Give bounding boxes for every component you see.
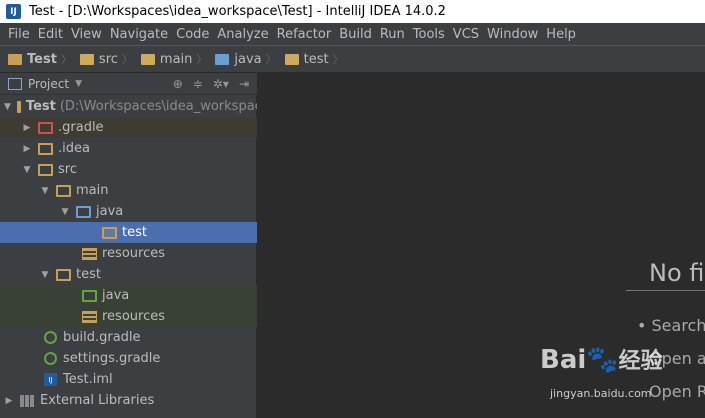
project-folder-icon <box>8 53 22 65</box>
gradle-file-icon <box>44 331 57 344</box>
menu-edit[interactable]: Edit <box>34 27 67 42</box>
breadcrumb-test-package[interactable]: test 〉 <box>284 51 348 67</box>
chevron-down-icon[interactable]: ▼ <box>22 165 32 175</box>
editor-area[interactable]: No fi • Search Open a Open R Bai🐾经验 jing… <box>257 73 705 418</box>
intellij-logo-icon: IJ <box>6 4 21 19</box>
divider <box>626 290 705 291</box>
gear-icon[interactable]: ✲▾ <box>213 77 229 91</box>
menu-code[interactable]: Code <box>172 27 213 42</box>
tree-item-test-java[interactable]: java <box>0 285 257 306</box>
folder-icon <box>79 53 94 65</box>
collapse-all-icon[interactable]: ≑ <box>193 77 203 91</box>
tree-item-src[interactable]: ▼ src <box>0 159 257 180</box>
resources-folder-icon <box>82 247 97 260</box>
tree-item-external-libraries[interactable]: ▶ External Libraries <box>0 390 257 411</box>
menu-file[interactable]: File <box>4 27 34 42</box>
package-icon <box>284 53 299 65</box>
test-source-folder-icon <box>82 289 97 302</box>
source-folder-icon <box>76 205 91 218</box>
chevron-down-icon[interactable]: ▼ <box>4 102 11 112</box>
empty-editor-title: No fi <box>649 259 705 287</box>
project-view-icon <box>8 77 22 90</box>
project-tool-window-header: Project ▼ ⊕ ≑ ✲▾ ⇥ <box>0 73 257 95</box>
menu-analyze[interactable]: Analyze <box>213 27 272 42</box>
library-icon <box>20 394 34 407</box>
menu-bar: File Edit View Navigate Code Analyze Ref… <box>0 23 705 45</box>
scroll-from-source-icon[interactable]: ⊕ <box>173 77 183 91</box>
search-everywhere-hint: • Search <box>637 316 705 335</box>
package-icon <box>102 226 117 239</box>
breadcrumb-src[interactable]: src 〉 <box>79 51 137 67</box>
menu-build[interactable]: Build <box>335 27 376 42</box>
tree-item-java[interactable]: ▼ java <box>0 201 257 222</box>
tree-item-settings-gradle[interactable]: settings.gradle <box>0 348 257 369</box>
breadcrumb-test[interactable]: Test 〉 <box>8 51 76 67</box>
menu-run[interactable]: Run <box>376 27 409 42</box>
excluded-folder-icon <box>38 121 53 134</box>
tree-item-test-package[interactable]: test <box>0 222 257 243</box>
chevron-down-icon[interactable]: ▼ <box>75 79 82 89</box>
menu-navigate[interactable]: Navigate <box>106 27 172 42</box>
folder-icon <box>38 163 53 176</box>
tree-item-resources[interactable]: resources <box>0 243 257 264</box>
chevron-right-icon[interactable]: ▶ <box>22 144 32 154</box>
test-resources-folder-icon <box>82 310 97 323</box>
tree-item-test-resources[interactable]: resources <box>0 306 257 327</box>
chevron-down-icon[interactable]: ▼ <box>40 270 50 280</box>
menu-help[interactable]: Help <box>542 27 580 42</box>
menu-refactor[interactable]: Refactor <box>273 27 336 42</box>
breadcrumb-java[interactable]: java 〉 <box>215 51 280 67</box>
breadcrumb-main[interactable]: main 〉 <box>140 51 211 67</box>
tree-item-main[interactable]: ▼ main <box>0 180 257 201</box>
chevron-right-icon[interactable]: ▶ <box>22 123 32 133</box>
module-file-icon: IJ <box>44 373 57 386</box>
navigation-bar: Test 〉 src 〉 main 〉 java 〉 test 〉 <box>0 45 705 73</box>
project-folder-icon <box>16 100 21 113</box>
tree-item-gradle[interactable]: ▶ .gradle <box>0 117 257 138</box>
baidu-watermark: Bai🐾经验 jingyan.baidu.com <box>540 345 663 400</box>
project-tree: ▼ Test (D:\Workspaces\idea_workspac ▶ .g… <box>0 95 262 418</box>
title-bar: IJ Test - [D:\Workspaces\idea_workspace\… <box>0 0 705 23</box>
tree-item-test-folder[interactable]: ▼ test <box>0 264 257 285</box>
hide-icon[interactable]: ⇥ <box>239 77 249 91</box>
folder-icon <box>38 142 53 155</box>
window-title: Test - [D:\Workspaces\idea_workspace\Tes… <box>29 4 446 19</box>
project-view-selector[interactable]: Project <box>28 77 69 91</box>
menu-view[interactable]: View <box>67 27 106 42</box>
menu-window[interactable]: Window <box>483 27 542 42</box>
chevron-down-icon[interactable]: ▼ <box>60 207 70 217</box>
tree-item-test-project[interactable]: ▼ Test (D:\Workspaces\idea_workspac <box>0 96 262 117</box>
tree-item-build-gradle[interactable]: build.gradle <box>0 327 257 348</box>
chevron-down-icon[interactable]: ▼ <box>40 186 50 196</box>
source-folder-icon <box>215 53 230 65</box>
tree-item-idea[interactable]: ▶ .idea <box>0 138 257 159</box>
menu-vcs[interactable]: VCS <box>449 27 483 42</box>
folder-icon <box>56 184 71 197</box>
menu-tools[interactable]: Tools <box>409 27 449 42</box>
paw-icon: 🐾 <box>586 345 619 375</box>
folder-icon <box>56 268 71 281</box>
gradle-file-icon <box>44 352 57 365</box>
chevron-right-icon[interactable]: ▶ <box>4 396 14 406</box>
folder-icon <box>140 53 155 65</box>
tree-item-test-iml[interactable]: IJ Test.iml <box>0 369 257 390</box>
